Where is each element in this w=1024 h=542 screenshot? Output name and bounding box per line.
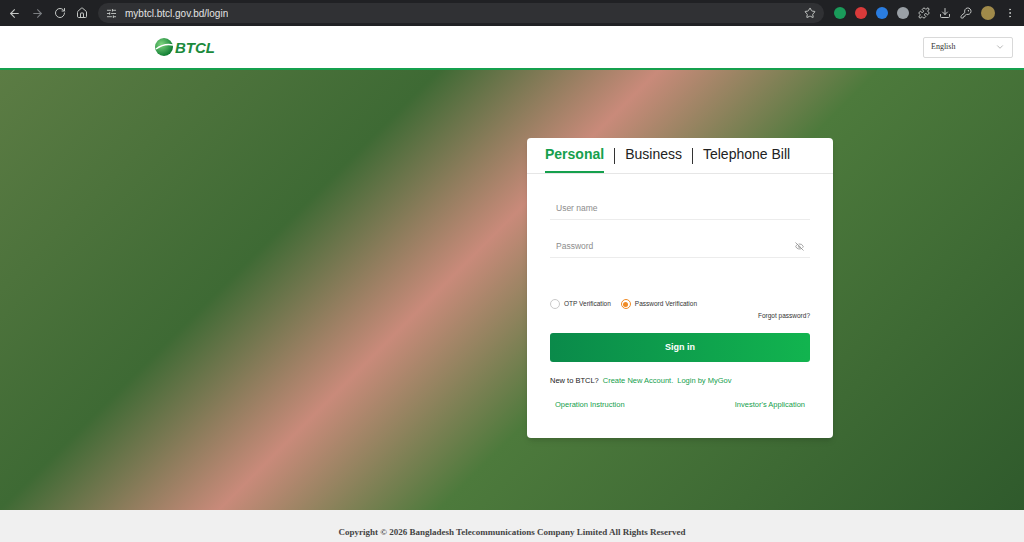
extension-icon[interactable] <box>834 7 846 19</box>
mygov-link[interactable]: Login by MyGov <box>677 375 731 386</box>
radio-circle[interactable] <box>621 299 631 309</box>
globe-logo-icon <box>154 37 174 57</box>
password-input[interactable]: Password <box>550 236 810 258</box>
input-placeholder: Password <box>556 240 593 253</box>
sign-in-button[interactable]: Sign in <box>550 333 810 362</box>
tab-separator <box>614 148 615 164</box>
bookmark-star-icon[interactable] <box>804 7 816 19</box>
info-link[interactable]: Operation Instruction <box>555 399 625 410</box>
eye-off-icon[interactable] <box>795 242 804 251</box>
browser-toolbar: mybtcl.btcl.gov.bd/login <box>0 0 1024 26</box>
login-card: Personal Business Telephone Bill User name P… <box>527 138 833 438</box>
input-placeholder: User name <box>556 202 598 215</box>
profile-avatar-icon[interactable] <box>981 6 995 20</box>
hero-photo: Personal Business Telephone Bill User name P… <box>0 70 1024 510</box>
logo-text: BTCL <box>175 40 215 55</box>
language-label: English <box>931 41 955 53</box>
signup-prompt: New to BTCL? <box>550 375 599 386</box>
site-info-icon[interactable] <box>106 8 117 19</box>
address-bar[interactable]: mybtcl.btcl.gov.bd/login <box>98 3 824 23</box>
extension-icon[interactable] <box>855 7 867 19</box>
login-tab[interactable]: Personal <box>545 138 604 173</box>
login-tabs: Personal Business Telephone Bill <box>527 138 833 174</box>
verification-radio[interactable]: OTP Verification <box>550 299 611 309</box>
reload-icon[interactable] <box>54 7 66 19</box>
site-header: BTCL English <box>0 26 1024 70</box>
info-link[interactable]: Investor's Application <box>735 399 805 410</box>
extension-icon[interactable] <box>897 7 909 19</box>
url-text[interactable]: mybtcl.btcl.gov.bd/login <box>125 6 228 21</box>
puzzle-icon[interactable] <box>918 7 930 19</box>
forward-icon[interactable] <box>31 7 44 20</box>
create-account-link[interactable]: Create New Account. <box>603 375 673 386</box>
radio-circle[interactable] <box>550 299 560 309</box>
username-input[interactable]: User name <box>550 198 810 220</box>
login-tab[interactable]: Telephone Bill <box>703 138 790 173</box>
home-icon[interactable] <box>76 7 88 19</box>
key-icon[interactable] <box>960 7 972 19</box>
bottom-links: Operation Instruction Investor's Applicat… <box>550 399 810 410</box>
verification-radio[interactable]: Password Verification <box>621 299 697 309</box>
tab-separator <box>692 148 693 164</box>
chevron-down-icon <box>995 42 1005 52</box>
signup-row: New to BTCL? Create New Account. Login by … <box>550 375 810 386</box>
back-icon[interactable] <box>8 7 21 20</box>
download-icon[interactable] <box>939 7 951 19</box>
footer: Copyright © 2026 Bangladesh Telecommunic… <box>0 510 1024 542</box>
btcl-logo[interactable]: BTCL <box>154 37 215 57</box>
verification-options: OTP Verification Password Verification <box>550 299 810 309</box>
extension-icon[interactable] <box>876 7 888 19</box>
extensions <box>834 6 1016 20</box>
language-select[interactable]: English <box>923 37 1013 58</box>
page: mybtcl.btcl.gov.bd/login BTCL English Perso… <box>0 0 1024 542</box>
menu-icon[interactable] <box>1004 7 1016 19</box>
copyright-text: Copyright © 2026 Bangladesh Telecommunic… <box>339 526 686 540</box>
forgot-password-link[interactable]: Forgot password? <box>758 311 810 321</box>
login-tab[interactable]: Business <box>625 138 682 173</box>
